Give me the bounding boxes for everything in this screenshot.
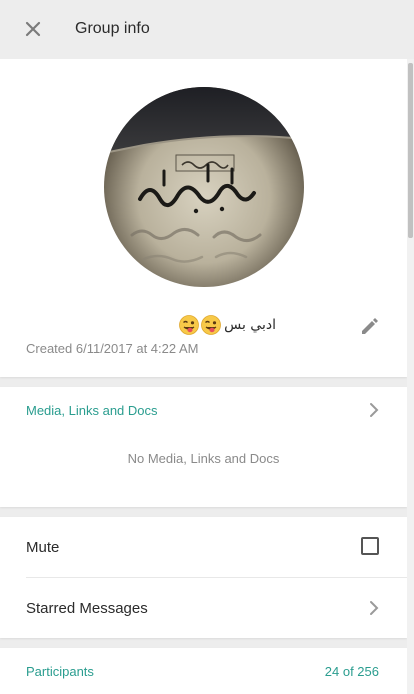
participants-card: Participants 24 of 256 [0,648,407,694]
profile-card: ادبي بس Created 6/11/2017 at 4:22 AM [0,59,407,377]
winking-tongue-emoji-icon [179,315,199,335]
scrollbar-thumb[interactable] [408,63,413,238]
starred-messages-row[interactable]: Starred Messages [0,578,407,638]
starred-messages-label: Starred Messages [26,600,148,617]
mute-checkbox[interactable] [361,537,379,555]
header-bar: Group info [0,0,414,59]
avatar-image [104,87,304,287]
group-avatar[interactable] [104,87,304,287]
settings-card: Mute Starred Messages [0,517,407,638]
participants-label: Participants [26,664,94,679]
winking-tongue-emoji-icon [201,315,221,335]
close-icon[interactable] [22,18,44,40]
chevron-right-icon[interactable] [367,599,381,617]
pencil-icon[interactable] [359,315,381,337]
participants-count: 24 of 256 [324,664,379,679]
chevron-right-icon[interactable] [367,401,381,419]
mute-label: Mute [26,539,60,556]
media-card: Media, Links and Docs No Media, Links an… [0,387,407,507]
page-title: Group info [75,20,150,37]
media-empty-message: No Media, Links and Docs [127,451,280,466]
media-links-docs-link[interactable]: Media, Links and Docs [26,403,158,418]
created-timestamp: Created 6/11/2017 at 4:22 AM [26,341,199,356]
group-info-panel: ادبي بس Created 6/11/2017 at 4:22 AM Med… [0,59,407,694]
scrollbar[interactable] [407,59,414,694]
group-name-row: ادبي بس [26,315,381,339]
edit-name-button[interactable] [359,315,381,337]
close-button[interactable] [22,18,44,40]
group-name: ادبي بس [224,317,276,333]
mute-row[interactable]: Mute [0,517,407,578]
